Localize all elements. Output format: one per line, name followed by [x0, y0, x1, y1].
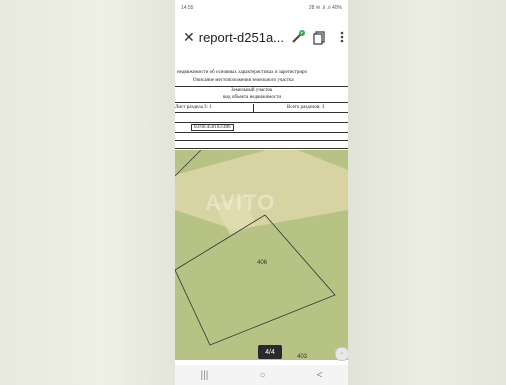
divider [175, 140, 348, 141]
close-icon[interactable]: ✕ [183, 29, 195, 46]
more-vert-icon[interactable] [334, 29, 348, 45]
status-bar: 14:55 28 ✉ .ıl .ıl 40% [175, 0, 348, 16]
page-indicator: 4/4 [258, 345, 282, 359]
sections-right: Всего разделов: 3 [287, 105, 325, 110]
divider [175, 86, 348, 87]
parcel-label: 406 [257, 260, 268, 266]
divider [175, 148, 348, 149]
doc-line-1: недвижимости об основных характеристиках… [177, 70, 308, 75]
status-time: 14:55 [181, 5, 194, 11]
copy-icon[interactable] [312, 29, 328, 45]
sections-left: Лист раздела 3: 1 [175, 105, 212, 110]
watermark: AVITO [205, 190, 276, 215]
app-bar: ✕ report-d251a... + [175, 22, 348, 52]
background-left [0, 0, 175, 385]
home-button[interactable]: ○ [259, 370, 265, 381]
doc-line-4: вид объекта недвижимости [223, 95, 282, 100]
cadastral-map[interactable]: 406 403 AVITO [175, 145, 348, 360]
background-right [348, 0, 506, 385]
cadastral-number: 03:06:450103:406 [191, 124, 234, 131]
divider [175, 112, 348, 113]
svg-text:+: + [300, 31, 303, 37]
document-page: недвижимости об основных характеристиках… [175, 60, 348, 150]
status-icons: 28 ✉ .ıl .ıl 40% [308, 5, 342, 11]
back-button[interactable]: < [317, 370, 323, 381]
corner-label: 403 [297, 354, 308, 360]
doc-line-3: Земельный участок [231, 88, 273, 93]
table-cell-divider [253, 104, 254, 112]
divider [175, 132, 348, 133]
navigation-bar: ||| ○ < [175, 365, 348, 385]
zoom-icon[interactable]: ◦ [335, 347, 348, 361]
recents-button[interactable]: ||| [201, 370, 209, 381]
doc-line-2: Описание местоположения земельного участ… [193, 78, 294, 83]
divider [175, 102, 348, 103]
edit-pen-icon[interactable]: + [290, 29, 306, 45]
document-title: report-d251a... [198, 29, 285, 45]
phone-screen: 14:55 28 ✉ .ıl .ıl 40% ✕ report-d251a...… [175, 0, 348, 385]
divider [175, 122, 348, 123]
